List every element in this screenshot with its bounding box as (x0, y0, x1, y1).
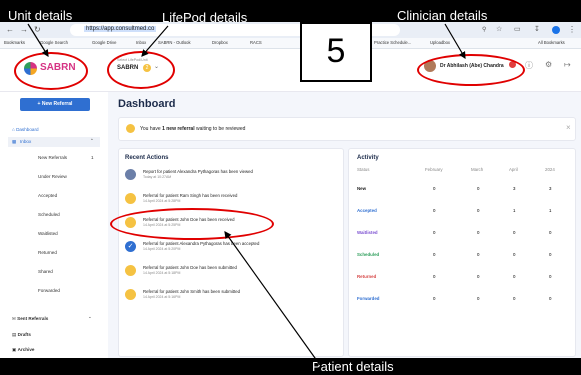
unit-arrow (27, 23, 49, 58)
clinician-arrow (444, 23, 466, 60)
patient-arrow (224, 231, 321, 366)
callout-arrows (27, 23, 466, 366)
lifepod-arrow (141, 25, 169, 57)
